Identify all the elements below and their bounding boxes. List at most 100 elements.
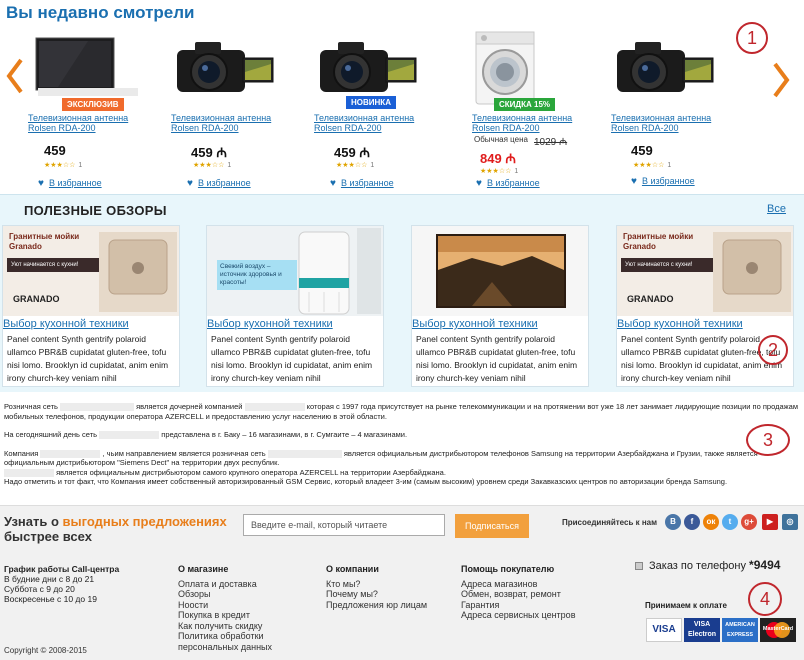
ad-heading: Гранитные мойки xyxy=(9,232,80,241)
instagram-icon[interactable]: ◎ xyxy=(782,514,798,530)
footer-link[interactable]: персональных данных xyxy=(178,642,272,653)
ad-brand-line: Granado xyxy=(9,242,42,251)
reviews-title: ПОЛЕЗНЫЕ ОБЗОРЫ xyxy=(24,203,167,218)
review-card: Выбор кухонной техники Panel content Syn… xyxy=(411,225,589,387)
tv-image[interactable] xyxy=(28,28,158,108)
footer-column-store: О магазине Оплата и доставка Обзоры Ноос… xyxy=(178,564,272,652)
rating-count: 1 xyxy=(78,162,83,169)
youtube-icon[interactable]: ▶ xyxy=(762,514,778,530)
footer-column-company: О компании Кто мы? Почему мы? Предложени… xyxy=(326,564,427,610)
about-text: На сегодняшний день сеть xyxy=(4,430,98,439)
footer-link[interactable]: Адреса сервисных центров xyxy=(461,610,575,621)
phone-number: *9494 xyxy=(749,558,781,572)
footer-link[interactable]: Почему мы? xyxy=(326,589,427,600)
subscribe-highlight: выгодных предложениях xyxy=(62,514,227,529)
company-about-text: Розничная сеть является дочерней компани… xyxy=(4,402,800,487)
about-text: , чьим направлением является розничная с… xyxy=(102,448,266,458)
product-name-link[interactable]: Телевизионная антенна Rolsen RDA-200 xyxy=(171,113,301,133)
reviews-all-link[interactable]: Все xyxy=(767,203,786,215)
review-card: Гранитные мойки Granado Уют начинается с… xyxy=(2,225,180,387)
footer-link[interactable]: Покупка в кредит xyxy=(178,610,272,621)
review-title-link[interactable]: Выбор кухонной техники xyxy=(617,318,743,330)
review-title-link[interactable]: Выбор кухонной техники xyxy=(207,318,333,330)
redacted-text xyxy=(60,403,135,412)
annotation-marker-2: 2 xyxy=(758,335,788,365)
footer-link[interactable]: Как получить скидку xyxy=(178,621,272,632)
product-price: 459 xyxy=(631,143,653,158)
review-excerpt: Panel content Synth gentrify polaroid ul… xyxy=(416,334,578,383)
product-name-link[interactable]: Телевизионная антенна Rolsen RDA-200 xyxy=(472,113,602,133)
phone-order[interactable]: Заказ по телефону *9494 xyxy=(635,558,780,572)
product-name-link[interactable]: Телевизионная антенна Rolsen RDA-200 xyxy=(28,113,158,133)
about-paragraph: Розничная сеть является дочерней компани… xyxy=(4,402,800,421)
about-text: является дочерней компанией xyxy=(136,402,243,411)
rating-count: 1 xyxy=(227,162,232,169)
copyright: Copyright © 2008-2015 xyxy=(4,646,87,655)
product-badge: ЭКСКЛЮЗИВ xyxy=(62,98,124,111)
footer-link[interactable]: Гарантия xyxy=(461,600,575,611)
callcenter-hours-line: Воскресенье с 10 до 19 xyxy=(4,594,97,604)
landscape-tv-ad[interactable] xyxy=(412,226,588,316)
footer-link[interactable]: Оплата и доставка xyxy=(178,579,272,590)
camera-image[interactable] xyxy=(611,28,741,108)
review-title-link[interactable]: Выбор кухонной техники xyxy=(3,318,129,330)
favorites-label: В избранное xyxy=(340,178,394,188)
footer-link[interactable]: Предложения юр лицам xyxy=(326,600,427,611)
price-value: 459 xyxy=(334,145,356,160)
about-text: представлена в г. Баку – 16 магазинами, … xyxy=(161,430,408,439)
product-name-link[interactable]: Телевизионная антенна Rolsen RDA-200 xyxy=(314,113,444,133)
subscribe-button[interactable]: Подписаться xyxy=(455,514,529,538)
footer-link[interactable]: Политика обработки xyxy=(178,631,272,642)
footer-link[interactable]: Обмен, возврат, ремонт xyxy=(461,589,575,600)
add-to-favorites-link[interactable]: ♥ В избранное xyxy=(187,178,251,189)
heart-icon: ♥ xyxy=(476,178,482,189)
about-paragraph: На сегодняшний день сеть представлена в … xyxy=(4,430,800,440)
product-badge: СКИДКА 15% xyxy=(494,98,556,111)
regular-price-label: Обычная цена xyxy=(474,135,528,144)
carousel-prev-arrow[interactable] xyxy=(6,58,24,94)
twitter-icon[interactable]: t xyxy=(722,514,738,530)
redacted-text xyxy=(40,449,101,458)
footer-link[interactable]: Обзоры xyxy=(178,589,272,600)
washer-image[interactable] xyxy=(472,28,602,108)
product-name-link[interactable]: Телевизионная антенна Rolsen RDA-200 xyxy=(611,113,741,133)
manat-currency-icon: ₼ xyxy=(505,151,516,166)
ad-tagline: Уют начинается с кухни! xyxy=(7,258,99,272)
rating-count: 1 xyxy=(514,168,519,175)
odnoklassniki-icon[interactable]: ок xyxy=(703,514,719,530)
granado-logo: GRANADO xyxy=(627,294,674,304)
mastercard-icon: MasterCard xyxy=(760,618,796,642)
review-title-link[interactable]: Выбор кухонной техники xyxy=(412,318,538,330)
product-card: НОВИНКА Телевизионная антенна Rolsen RDA… xyxy=(314,28,444,193)
heart-icon: ♥ xyxy=(631,176,637,187)
callcenter-hours: График работы Call-центра В будние дни с… xyxy=(4,564,119,604)
facebook-icon[interactable]: f xyxy=(684,514,700,530)
granado-logo: GRANADO xyxy=(13,294,60,304)
footer: Узнать о выгодных предложениях быстрее в… xyxy=(0,505,804,660)
visa-electron-icon: VISA Electron xyxy=(684,618,720,642)
vk-icon[interactable]: В xyxy=(665,514,681,530)
email-input[interactable] xyxy=(243,514,445,536)
carousel-next-arrow[interactable] xyxy=(772,62,790,98)
annotation-marker-3: 3 xyxy=(746,424,790,456)
add-to-favorites-link[interactable]: ♥ В избранное xyxy=(476,178,540,189)
add-to-favorites-link[interactable]: ♥ В избранное xyxy=(330,178,394,189)
add-to-favorites-link[interactable]: ♥ В избранное xyxy=(631,176,695,187)
ad-brand-line: Granado xyxy=(623,242,656,251)
camera-image[interactable] xyxy=(171,28,301,108)
product-price: 459 ₼ xyxy=(334,143,370,161)
rating-count: 1 xyxy=(370,162,375,169)
rating-count: 1 xyxy=(667,162,672,169)
heart-icon: ♥ xyxy=(38,178,44,189)
footer-link[interactable]: Адреса магазинов xyxy=(461,579,575,590)
footer-link[interactable]: Кто мы? xyxy=(326,579,427,590)
footer-link[interactable]: Ноости xyxy=(178,600,272,611)
product-card: СКИДКА 15% Телевизионная антенна Rolsen … xyxy=(472,28,602,193)
google-plus-icon[interactable]: g+ xyxy=(741,514,757,530)
review-excerpt: Panel content Synth gentrify polaroid ul… xyxy=(7,334,169,383)
heart-icon: ♥ xyxy=(187,178,193,189)
ad-text-box: Свежий воздух – источник здоровья и крас… xyxy=(217,260,297,290)
manat-currency-icon: ₼ xyxy=(216,145,227,160)
column-heading: О компании xyxy=(326,564,379,574)
add-to-favorites-link[interactable]: ♥ В избранное xyxy=(38,178,102,189)
